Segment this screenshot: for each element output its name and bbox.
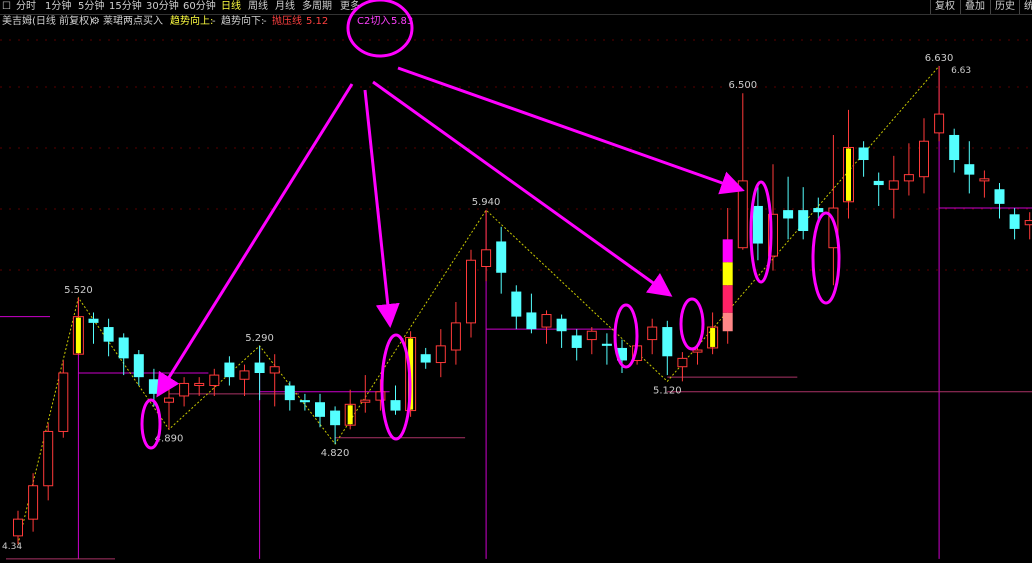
peak-label: 4.820 bbox=[321, 448, 350, 459]
candle-body bbox=[450, 322, 461, 351]
candle-body bbox=[783, 210, 794, 219]
candle-body bbox=[148, 379, 159, 394]
candle-body bbox=[13, 518, 23, 537]
candle-body bbox=[979, 178, 990, 182]
candle-body bbox=[194, 382, 205, 387]
peak-label: 5.290 bbox=[245, 333, 274, 344]
annotations bbox=[140, 0, 841, 450]
peak-label: 5.520 bbox=[64, 285, 93, 296]
candle-body bbox=[58, 372, 69, 432]
candle-body bbox=[1024, 220, 1032, 226]
candle-body bbox=[722, 312, 733, 332]
annotation-circle bbox=[679, 297, 705, 351]
candle-body bbox=[284, 385, 295, 401]
candle-body bbox=[647, 326, 658, 341]
candle-body bbox=[299, 400, 310, 403]
candle-body bbox=[964, 164, 975, 175]
candle-body bbox=[1009, 214, 1020, 229]
candle-body bbox=[269, 366, 280, 374]
peak-label: 6.630 bbox=[925, 53, 954, 64]
annotation-arrow bbox=[363, 89, 400, 328]
candle-highlight bbox=[846, 148, 851, 201]
peak-label: 5.940 bbox=[472, 197, 501, 208]
candle-body bbox=[571, 335, 582, 348]
annotation-arrow bbox=[372, 80, 673, 297]
annotation-circle bbox=[811, 211, 841, 305]
candle-body bbox=[722, 285, 733, 313]
candle-body bbox=[556, 318, 567, 332]
candle-body bbox=[586, 330, 597, 341]
candle-body bbox=[903, 174, 914, 182]
candle-body bbox=[360, 399, 371, 403]
candle-body bbox=[919, 140, 929, 178]
zigzag-line bbox=[17, 65, 940, 545]
candle-body bbox=[858, 147, 869, 161]
candle-body bbox=[994, 189, 1005, 204]
candle-body bbox=[541, 314, 552, 328]
candle-body bbox=[466, 259, 476, 324]
candle-body bbox=[330, 410, 341, 426]
candlestick-chart[interactable]: 5.5204.8905.2904.8205.9405.1206.5006.630… bbox=[0, 0, 1032, 563]
candle-body bbox=[239, 370, 250, 380]
candle-body bbox=[934, 113, 945, 134]
price-label: 6.63 bbox=[951, 66, 971, 76]
candle-body bbox=[118, 337, 129, 359]
candle-body bbox=[315, 402, 325, 417]
candle-body bbox=[692, 349, 703, 353]
candle-highlight bbox=[710, 328, 716, 347]
annotation-arrow bbox=[156, 83, 354, 398]
zigzag-path bbox=[17, 65, 940, 545]
candle-body bbox=[435, 345, 446, 364]
candle-body bbox=[722, 262, 733, 286]
candle-body bbox=[209, 374, 220, 387]
candle-body bbox=[677, 357, 688, 368]
peak-label: 5.120 bbox=[653, 385, 682, 396]
candle-body bbox=[43, 430, 54, 487]
candle-highlight bbox=[75, 317, 81, 354]
candles bbox=[13, 66, 1032, 545]
candle-body bbox=[722, 239, 733, 263]
candle-body bbox=[28, 485, 39, 520]
candle-body bbox=[662, 327, 673, 357]
annotation-circle bbox=[346, 0, 414, 58]
candle-body bbox=[511, 291, 522, 317]
candle-body bbox=[601, 343, 612, 346]
candle-body bbox=[179, 382, 190, 397]
candle-body bbox=[88, 318, 99, 323]
candle-body bbox=[224, 362, 235, 378]
candle-body bbox=[420, 354, 431, 363]
candle-body bbox=[798, 210, 809, 232]
candle-body bbox=[737, 180, 748, 249]
annotation-arrow bbox=[397, 66, 745, 195]
peak-label: 6.500 bbox=[728, 80, 757, 91]
candle-body bbox=[949, 134, 960, 161]
candle-body bbox=[813, 208, 824, 213]
candle-highlight bbox=[347, 405, 353, 425]
candle-body bbox=[526, 312, 537, 330]
annotation-circle bbox=[140, 398, 162, 450]
price-label: 4.34 bbox=[2, 542, 22, 552]
candle-body bbox=[133, 354, 144, 378]
candle-body bbox=[752, 205, 763, 244]
candle-body bbox=[103, 327, 114, 342]
grid-lines bbox=[0, 39, 1032, 271]
candle-body bbox=[496, 241, 507, 273]
candle-body bbox=[254, 362, 265, 373]
candle-body bbox=[481, 249, 492, 268]
candle-body bbox=[390, 400, 401, 411]
candle-body bbox=[873, 180, 884, 186]
candle-body bbox=[164, 397, 174, 403]
candle-body bbox=[888, 180, 899, 190]
